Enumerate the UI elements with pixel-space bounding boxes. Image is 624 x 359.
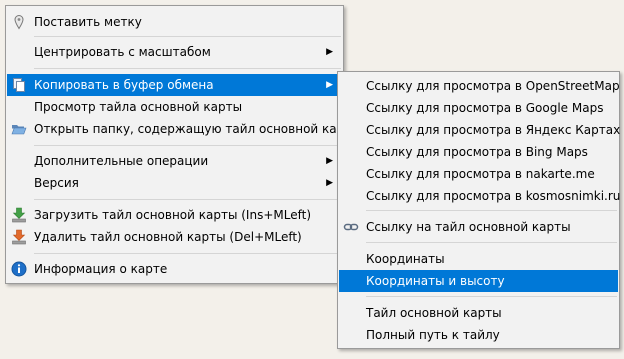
map-pin-icon bbox=[11, 14, 27, 30]
menu-item-label: Ссылку на тайл основной карты bbox=[366, 220, 571, 234]
delete-icon bbox=[11, 229, 27, 245]
submenu-arrow-icon: ▶ bbox=[326, 156, 333, 166]
submenu-item-coordinates-altitude[interactable]: Координаты и высоту bbox=[339, 270, 618, 292]
menu-item-label: Версия bbox=[34, 176, 79, 190]
submenu-item-kosmosnimki-link[interactable]: Ссылку для просмотра в kosmosnimki.ru bbox=[339, 185, 621, 207]
menu-item-label: Просмотр тайла основной карты bbox=[34, 100, 243, 114]
menu-item-download-tile[interactable]: Загрузить тайл основной карты (Ins+MLeft… bbox=[7, 204, 342, 226]
submenu-arrow-icon: ▶ bbox=[326, 80, 333, 90]
menu-item-center-zoom[interactable]: Центрировать с масштабом ▶ bbox=[7, 41, 342, 63]
menu-item-additional-operations[interactable]: Дополнительные операции ▶ bbox=[7, 150, 342, 172]
menu-item-label: Ссылку для просмотра в Яндекс Картах bbox=[366, 123, 621, 137]
menu-item-view-tile[interactable]: Просмотр тайла основной карты bbox=[7, 96, 342, 118]
submenu-item-yandex-link[interactable]: Ссылку для просмотра в Яндекс Картах bbox=[339, 119, 621, 141]
menu-separator bbox=[34, 68, 341, 69]
menu-item-label: Координаты и высоту bbox=[366, 274, 505, 288]
submenu-item-tile-link[interactable]: Ссылку на тайл основной карты bbox=[339, 216, 618, 238]
menu-item-label: Копировать в буфер обмена bbox=[34, 78, 214, 92]
menu-item-label: Ссылку для просмотра в OpenStreetMap bbox=[366, 79, 620, 93]
menu-item-label: Ссылку для просмотра в Google Maps bbox=[366, 101, 604, 115]
submenu-arrow-icon: ▶ bbox=[326, 47, 333, 57]
menu-item-copy-to-clipboard[interactable]: Копировать в буфер обмена ▶ bbox=[7, 74, 342, 96]
menu-item-label: Поставить метку bbox=[34, 15, 142, 29]
menu-item-label: Центрировать с масштабом bbox=[34, 45, 211, 59]
copy-submenu: Ссылку для просмотра в OpenStreetMap Ссы… bbox=[337, 71, 620, 349]
submenu-item-full-tile-path[interactable]: Полный путь к тайлу bbox=[339, 324, 618, 346]
menu-separator bbox=[366, 242, 617, 243]
menu-item-map-info[interactable]: Информация о карте bbox=[7, 258, 342, 280]
menu-item-version[interactable]: Версия ▶ bbox=[7, 172, 342, 194]
submenu-item-coordinates[interactable]: Координаты bbox=[339, 248, 618, 270]
submenu-item-osm-link[interactable]: Ссылку для просмотра в OpenStreetMap bbox=[339, 75, 620, 97]
menu-separator bbox=[34, 36, 341, 37]
menu-item-label: Ссылку для просмотра в nakarte.me bbox=[366, 167, 595, 181]
menu-item-place-mark[interactable]: Поставить метку bbox=[7, 11, 342, 33]
menu-item-label: Полный путь к тайлу bbox=[366, 328, 500, 342]
menu-item-open-tile-folder[interactable]: Открыть папку, содержащую тайл основной … bbox=[7, 118, 361, 140]
submenu-item-main-tile[interactable]: Тайл основной карты bbox=[339, 302, 618, 324]
menu-item-label: Ссылку для просмотра в kosmosnimki.ru bbox=[366, 189, 621, 203]
menu-separator bbox=[34, 253, 341, 254]
submenu-item-bing-link[interactable]: Ссылку для просмотра в Bing Maps bbox=[339, 141, 618, 163]
link-icon bbox=[343, 219, 359, 235]
menu-item-label: Открыть папку, содержащую тайл основной … bbox=[34, 122, 361, 136]
menu-separator bbox=[34, 199, 341, 200]
menu-item-label: Координаты bbox=[366, 252, 445, 266]
menu-separator bbox=[366, 210, 617, 211]
submenu-item-google-link[interactable]: Ссылку для просмотра в Google Maps bbox=[339, 97, 618, 119]
menu-item-label: Загрузить тайл основной карты (Ins+MLeft… bbox=[34, 208, 311, 222]
menu-item-label: Информация о карте bbox=[34, 262, 168, 276]
context-menu: Поставить метку Центрировать с масштабом… bbox=[5, 5, 361, 284]
submenu-arrow-icon: ▶ bbox=[326, 178, 333, 188]
menu-separator bbox=[366, 296, 617, 297]
folder-open-icon bbox=[11, 121, 27, 137]
menu-item-label: Удалить тайл основной карты (Del+MLeft) bbox=[34, 230, 302, 244]
submenu-item-nakarte-link[interactable]: Ссылку для просмотра в nakarte.me bbox=[339, 163, 618, 185]
download-icon bbox=[11, 207, 27, 223]
menu-item-label: Дополнительные операции bbox=[34, 154, 209, 168]
info-icon bbox=[11, 261, 27, 277]
menu-item-delete-tile[interactable]: Удалить тайл основной карты (Del+MLeft) bbox=[7, 226, 342, 248]
copy-icon bbox=[11, 77, 27, 93]
menu-item-label: Ссылку для просмотра в Bing Maps bbox=[366, 145, 588, 159]
menu-item-label: Тайл основной карты bbox=[366, 306, 502, 320]
menu-separator bbox=[34, 145, 341, 146]
